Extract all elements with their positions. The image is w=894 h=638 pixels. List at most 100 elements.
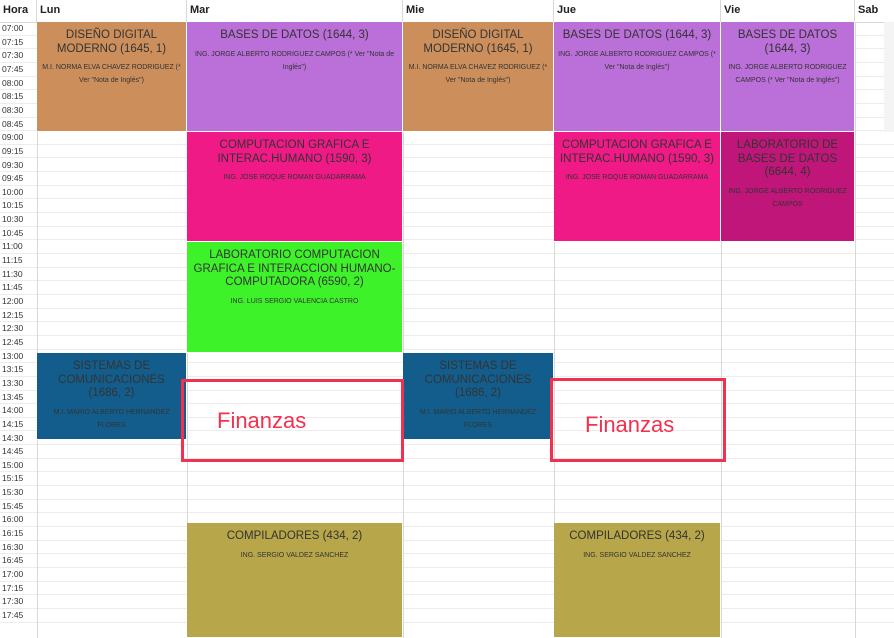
time-label: 08:45: [2, 118, 24, 129]
time-label: 13:45: [2, 391, 24, 402]
event-compgraf-mar[interactable]: COMPUTACION GRAFICA E INTERAC.HUMANO (15…: [187, 132, 403, 242]
time-label: 13:15: [2, 364, 24, 375]
time-label: 12:30: [2, 323, 24, 334]
time-row: 17:15: [0, 582, 894, 596]
event-title: DISEÑO DIGITAL MODERNO (1645, 1): [56, 29, 167, 55]
time-row: 12:00: [0, 295, 894, 309]
event-bases-jue[interactable]: BASES DE DATOS (1644, 3) ING. JORGE ALBE…: [554, 22, 721, 132]
event-title: SISTEMAS DE COMUNICACIONES (1686, 2): [58, 360, 165, 399]
event-teacher: ING. JOSE ROQUE ROMAN GUADARRAMA: [565, 174, 709, 181]
event-teacher: ING. JORGE ALBERTO RODRIGUEZ CAMPOS (* V…: [728, 64, 847, 84]
event-title: LABORATORIO COMPUTACION GRAFICA E INTERA…: [193, 249, 396, 288]
time-label: 08:00: [2, 77, 24, 88]
event-teacher: M.I. MARIO ALBERTO HERNANDEZ FLORES: [419, 408, 537, 429]
schedule-header: Hora Lun Mar Mie Jue Vie Sab: [0, 0, 894, 23]
event-bases-mar[interactable]: BASES DE DATOS (1644, 3) ING. JORGE ALBE…: [187, 22, 403, 132]
time-row: 11:00: [0, 240, 894, 255]
finanzas-label-2: Finanzas: [585, 412, 675, 437]
time-row: 11:15: [0, 254, 894, 268]
event-teacher: ING. LUIS SERGIO VALENCIA CASTRO: [230, 297, 359, 305]
time-label: 15:45: [2, 500, 24, 511]
time-row: 15:00: [0, 459, 894, 473]
time-label: 15:15: [2, 473, 24, 484]
event-comp-jue[interactable]: COMPILADORES (434, 2) ING. SERGIO VALDEZ…: [554, 523, 721, 638]
time-row: 16:45: [0, 554, 894, 568]
time-row: 11:45: [0, 281, 894, 295]
event-teacher: ING. SERGIO VALDEZ SANCHEZ: [240, 551, 349, 559]
time-row: 16:15: [0, 527, 894, 541]
event-title: COMPUTACION GRAFICA E INTERAC.HUMANO (15…: [217, 139, 372, 165]
time-label: 15:30: [2, 487, 24, 498]
event-teacher: M.I. MARIO ALBERTO HERNANDEZ FLORES: [53, 408, 170, 429]
time-row: 15:15: [0, 472, 894, 487]
time-label: 09:30: [2, 159, 24, 170]
time-label: 14:15: [2, 418, 24, 429]
event-title: COMPUTACION GRAFICA E INTERAC.HUMANO (15…: [559, 139, 714, 165]
event-teacher: ING. JOSE ROQUE ROMAN GUADARRAMA: [223, 174, 366, 181]
time-label: 09:45: [2, 173, 24, 184]
finanzas-label-1: Finanzas: [217, 408, 307, 433]
time-row: 12:30: [0, 322, 894, 336]
time-label: 07:30: [2, 50, 24, 61]
time-label: 07:00: [2, 23, 24, 33]
time-row: 12:15: [0, 309, 894, 323]
header-mar: Mar: [187, 0, 403, 22]
event-title: SISTEMAS DE COMUNICACIONES (1686, 2): [424, 360, 532, 399]
time-label: 07:15: [2, 36, 24, 47]
header-jue: Jue: [554, 0, 721, 22]
time-row: 14:45: [0, 445, 894, 459]
event-sist-mie[interactable]: SISTEMAS DE COMUNICACIONES (1686, 2) M.I…: [403, 353, 554, 440]
scrollbar[interactable]: [884, 22, 894, 132]
time-row: 12:45: [0, 336, 894, 350]
time-row: 15:45: [0, 500, 894, 514]
time-label: 16:00: [2, 514, 24, 525]
event-title: BASES DE DATOS (1644, 3): [220, 29, 369, 41]
time-label: 08:30: [2, 104, 24, 115]
event-diseno-lun[interactable]: DISEÑO DIGITAL MODERNO (1645, 1) M.I. NO…: [37, 22, 187, 132]
time-label: 07:45: [2, 63, 24, 74]
event-title: COMPILADORES (434, 2): [226, 530, 363, 542]
event-diseno-mie[interactable]: DISEÑO DIGITAL MODERNO (1645, 1) M.I. NO…: [403, 22, 554, 132]
time-label: 10:45: [2, 227, 24, 238]
time-label: 12:15: [2, 309, 24, 320]
event-title: DISEÑO DIGITAL MODERNO (1645, 1): [423, 29, 533, 55]
time-label: 12:00: [2, 296, 24, 306]
time-label: 17:45: [2, 609, 24, 620]
event-labcg-mar[interactable]: LABORATORIO COMPUTACION GRAFICA E INTERA…: [187, 242, 403, 353]
time-label: 12:45: [2, 336, 24, 347]
header-sab: Sab: [858, 4, 879, 16]
time-label: 09:15: [2, 145, 24, 156]
time-label: 11:45: [2, 282, 23, 293]
event-bases-vie[interactable]: BASES DE DATOS (1644, 3) ING. JORGE ALBE…: [721, 22, 855, 132]
time-label: 13:00: [2, 350, 24, 361]
event-compgraf-jue[interactable]: COMPUTACION GRAFICA E INTERAC.HUMANO (15…: [554, 132, 721, 242]
time-label: 15:00: [2, 459, 24, 470]
event-teacher: ING. SERGIO VALDEZ SANCHEZ: [583, 551, 691, 559]
time-label: 14:00: [2, 405, 24, 416]
time-label: 09:00: [2, 132, 24, 143]
header-lun: Lun: [37, 0, 187, 22]
time-label: 17:15: [2, 582, 24, 593]
event-sist-lun[interactable]: SISTEMAS DE COMUNICACIONES (1686, 2) M.I…: [37, 353, 187, 440]
time-label: 16:45: [2, 555, 24, 566]
time-label: 11:00: [2, 241, 23, 252]
event-title: COMPILADORES (434, 2): [569, 530, 705, 542]
header-mie: Mie: [403, 0, 554, 22]
time-row: 16:00: [0, 513, 894, 528]
event-title: BASES DE DATOS (1644, 3): [562, 29, 712, 41]
time-label: 10:15: [2, 200, 24, 211]
time-label: 14:45: [2, 446, 24, 457]
time-row: 17:45: [0, 609, 894, 623]
event-comp-mar[interactable]: COMPILADORES (434, 2) ING. SERGIO VALDEZ…: [187, 523, 403, 638]
time-label: 17:00: [2, 569, 24, 579]
time-row: 15:30: [0, 486, 894, 500]
time-label: 13:30: [2, 377, 24, 388]
time-row: 17:00: [0, 568, 894, 582]
event-teacher: ING. JORGE ALBERTO RODRIGUEZ CAMPOS (* V…: [194, 50, 395, 71]
event-labbd-vie[interactable]: LABORATORIO DE BASES DE DATOS (6644, 4) …: [721, 132, 855, 242]
event-title: BASES DE DATOS (1644, 3): [737, 29, 838, 55]
event-teacher: ING. JORGE ALBERTO RODRIGUEZ CAMPOS (* V…: [558, 50, 716, 71]
event-teacher: M.I. NORMA ELVA CHAVEZ RODRIGUEZ (* Ver …: [408, 64, 548, 84]
event-teacher: M.I. NORMA ELVA CHAVEZ RODRIGUEZ (* Ver …: [42, 64, 181, 84]
time-label: 10:30: [2, 214, 24, 225]
